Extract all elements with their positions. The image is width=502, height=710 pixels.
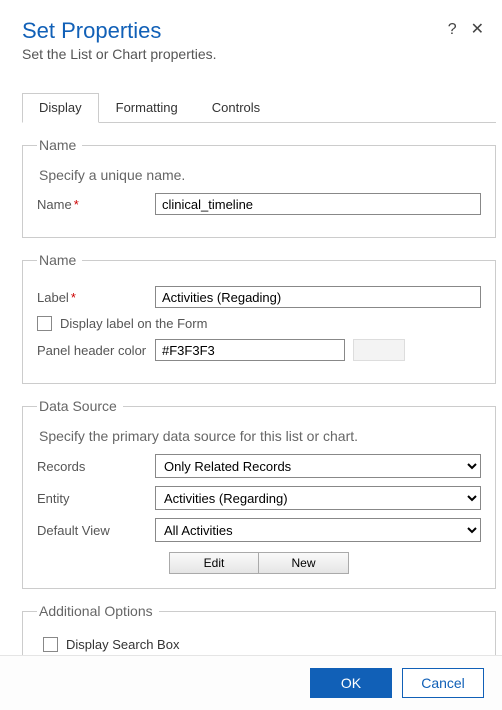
- cancel-button[interactable]: Cancel: [402, 668, 484, 698]
- tab-controls[interactable]: Controls: [195, 93, 277, 123]
- fieldset-label-legend: Name: [37, 252, 82, 268]
- name-label-text: Name: [37, 197, 72, 212]
- ok-button[interactable]: OK: [310, 668, 392, 698]
- default-view-select[interactable]: All Activities: [155, 518, 481, 542]
- display-search-box-label: Display Search Box: [66, 637, 179, 652]
- display-search-box-checkbox[interactable]: [43, 637, 58, 652]
- tab-display[interactable]: Display: [22, 93, 99, 123]
- view-button-bar: Edit New: [37, 552, 481, 574]
- data-source-hint: Specify the primary data source for this…: [39, 428, 481, 444]
- required-indicator: *: [71, 290, 76, 305]
- new-view-button[interactable]: New: [259, 552, 349, 574]
- dialog-body-scroll[interactable]: Display Formatting Controls Name Specify…: [0, 92, 502, 655]
- header-icon-bar: ? ✕: [448, 22, 484, 38]
- fieldset-data-source-legend: Data Source: [37, 398, 123, 414]
- fieldset-name: Name Specify a unique name. Name*: [22, 137, 496, 238]
- name-input[interactable]: [155, 193, 481, 215]
- entity-label: Entity: [37, 491, 155, 506]
- fieldset-name-legend: Name: [37, 137, 82, 153]
- fieldset-data-source: Data Source Specify the primary data sou…: [22, 398, 496, 589]
- close-icon[interactable]: ✕: [471, 22, 484, 38]
- label-label-text: Label: [37, 290, 69, 305]
- dialog-footer: OK Cancel: [0, 655, 502, 710]
- name-label: Name*: [37, 197, 155, 212]
- name-hint: Specify a unique name.: [39, 167, 481, 183]
- help-icon[interactable]: ?: [448, 22, 457, 38]
- display-label-checkbox[interactable]: [37, 316, 52, 331]
- dialog-subtitle: Set the List or Chart properties.: [22, 46, 480, 62]
- panel-color-swatch[interactable]: [353, 339, 405, 361]
- fieldset-additional-options: Additional Options Display Search Box Di…: [22, 603, 496, 655]
- tab-bar: Display Formatting Controls: [22, 92, 496, 123]
- tab-formatting[interactable]: Formatting: [99, 93, 195, 123]
- panel-color-input[interactable]: [155, 339, 345, 361]
- required-indicator: *: [74, 197, 79, 212]
- label-input[interactable]: [155, 286, 481, 308]
- set-properties-dialog: Set Properties Set the List or Chart pro…: [0, 0, 502, 710]
- label-label: Label*: [37, 290, 155, 305]
- records-select[interactable]: Only Related Records: [155, 454, 481, 478]
- display-label-checkbox-label: Display label on the Form: [60, 316, 207, 331]
- edit-view-button[interactable]: Edit: [169, 552, 259, 574]
- dialog-header: Set Properties Set the List or Chart pro…: [0, 0, 502, 68]
- dialog-title: Set Properties: [22, 18, 480, 44]
- default-view-label: Default View: [37, 523, 155, 538]
- panel-color-label: Panel header color: [37, 343, 155, 358]
- fieldset-label: Name Label* Display label on the Form Pa…: [22, 252, 496, 384]
- entity-select[interactable]: Activities (Regarding): [155, 486, 481, 510]
- fieldset-additional-options-legend: Additional Options: [37, 603, 159, 619]
- records-label: Records: [37, 459, 155, 474]
